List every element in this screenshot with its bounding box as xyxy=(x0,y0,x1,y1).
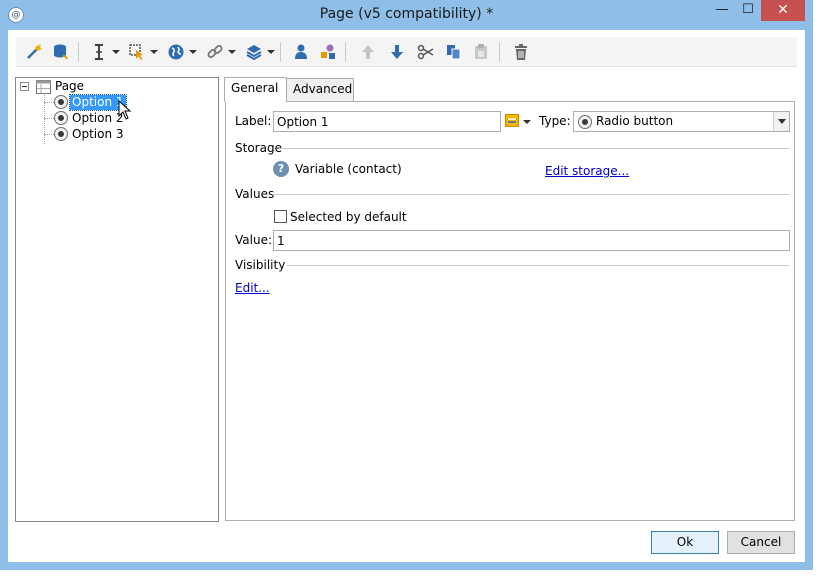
tree-collapse-toggle[interactable] xyxy=(20,82,29,91)
close-button[interactable]: ✕ xyxy=(761,0,805,21)
paste-icon[interactable] xyxy=(472,43,490,61)
globe-icon[interactable] xyxy=(167,43,185,61)
window-title: Page (v5 compatibility) * xyxy=(319,6,494,22)
ok-button[interactable]: Ok xyxy=(651,531,719,554)
dialog-window: @ Page (v5 compatibility) * — ☐ ✕ Page O… xyxy=(0,0,813,570)
minimize-button[interactable]: — xyxy=(709,0,735,21)
edit-storage-link[interactable]: Edit storage... xyxy=(545,164,629,178)
tree-node-page[interactable]: Page xyxy=(53,79,86,94)
general-tab-panel: Label: Type: Radio button Storage ? Vari… xyxy=(225,101,795,521)
wand-icon[interactable] xyxy=(25,43,43,61)
database-icon[interactable] xyxy=(52,43,70,61)
toolbar-separator xyxy=(345,42,346,62)
input-field-dropdown-icon[interactable] xyxy=(150,50,158,54)
text-cursor-dropdown-icon[interactable] xyxy=(112,50,120,54)
label-caption: Label: xyxy=(235,114,272,128)
arrow-down-icon[interactable] xyxy=(388,43,406,61)
help-icon: ? xyxy=(273,161,289,177)
layers-dropdown-icon[interactable] xyxy=(267,50,275,54)
value-caption: Value: xyxy=(235,233,272,247)
toolbar-separator xyxy=(499,42,500,62)
radio-node-icon xyxy=(54,95,68,109)
text-cursor-icon[interactable] xyxy=(90,43,108,61)
values-section-title: Values xyxy=(235,187,277,201)
input-field-icon[interactable] xyxy=(128,43,146,61)
page-tree[interactable]: Page Option 1 Option 2 Option 3 xyxy=(15,77,219,522)
radio-node-icon xyxy=(54,127,68,141)
tree-node-option-3[interactable]: Option 3 xyxy=(70,127,126,142)
maximize-button[interactable]: ☐ xyxy=(735,0,761,21)
type-select[interactable]: Radio button xyxy=(573,111,790,132)
dialog-client-area: Page Option 1 Option 2 Option 3 General … xyxy=(8,30,805,562)
type-select-value: Radio button xyxy=(596,114,674,128)
delete-icon[interactable] xyxy=(512,43,530,61)
copy-icon[interactable] xyxy=(445,43,463,61)
cancel-button[interactable]: Cancel xyxy=(727,531,795,554)
section-divider xyxy=(279,148,789,149)
layers-icon[interactable] xyxy=(245,43,263,61)
page-node-icon xyxy=(36,80,51,94)
label-translation-dropdown-icon[interactable] xyxy=(523,120,531,124)
title-bar[interactable]: @ Page (v5 compatibility) * — ☐ ✕ xyxy=(0,0,813,30)
link-icon[interactable] xyxy=(206,43,224,61)
cut-icon[interactable] xyxy=(417,43,435,61)
visibility-section-title: Visibility xyxy=(235,258,288,272)
storage-value: Variable (contact) xyxy=(295,162,402,176)
person-icon[interactable] xyxy=(292,43,310,61)
radio-button-icon xyxy=(578,115,592,129)
section-divider xyxy=(287,265,789,266)
storage-section-title: Storage xyxy=(235,141,284,155)
values-section-header: Values xyxy=(235,187,789,201)
section-divider xyxy=(272,194,789,195)
visibility-edit-link[interactable]: Edit... xyxy=(235,281,270,295)
globe-dropdown-icon[interactable] xyxy=(189,50,197,54)
storage-section-header: Storage xyxy=(235,141,789,155)
tab-general[interactable]: General xyxy=(224,77,287,102)
selected-by-default-checkbox[interactable] xyxy=(274,210,287,223)
tree-connector xyxy=(44,102,54,103)
chevron-down-icon[interactable] xyxy=(773,112,789,131)
mouse-pointer-icon xyxy=(118,99,132,123)
shapes-icon[interactable] xyxy=(319,43,337,61)
radio-node-icon xyxy=(54,111,68,125)
selected-by-default-label[interactable]: Selected by default xyxy=(290,210,407,224)
toolbar-separator xyxy=(280,42,281,62)
label-translation-icon[interactable] xyxy=(505,114,520,128)
arrow-up-icon[interactable] xyxy=(359,43,377,61)
label-input[interactable] xyxy=(273,111,501,132)
tree-connector xyxy=(44,134,54,135)
type-caption: Type: xyxy=(539,114,571,128)
tab-advanced[interactable]: Advanced xyxy=(286,78,354,101)
link-dropdown-icon[interactable] xyxy=(228,50,236,54)
value-input[interactable] xyxy=(273,230,790,251)
visibility-section-header: Visibility xyxy=(235,258,789,272)
tree-connector xyxy=(44,118,54,119)
toolbar xyxy=(16,37,797,67)
toolbar-separator xyxy=(78,42,79,62)
